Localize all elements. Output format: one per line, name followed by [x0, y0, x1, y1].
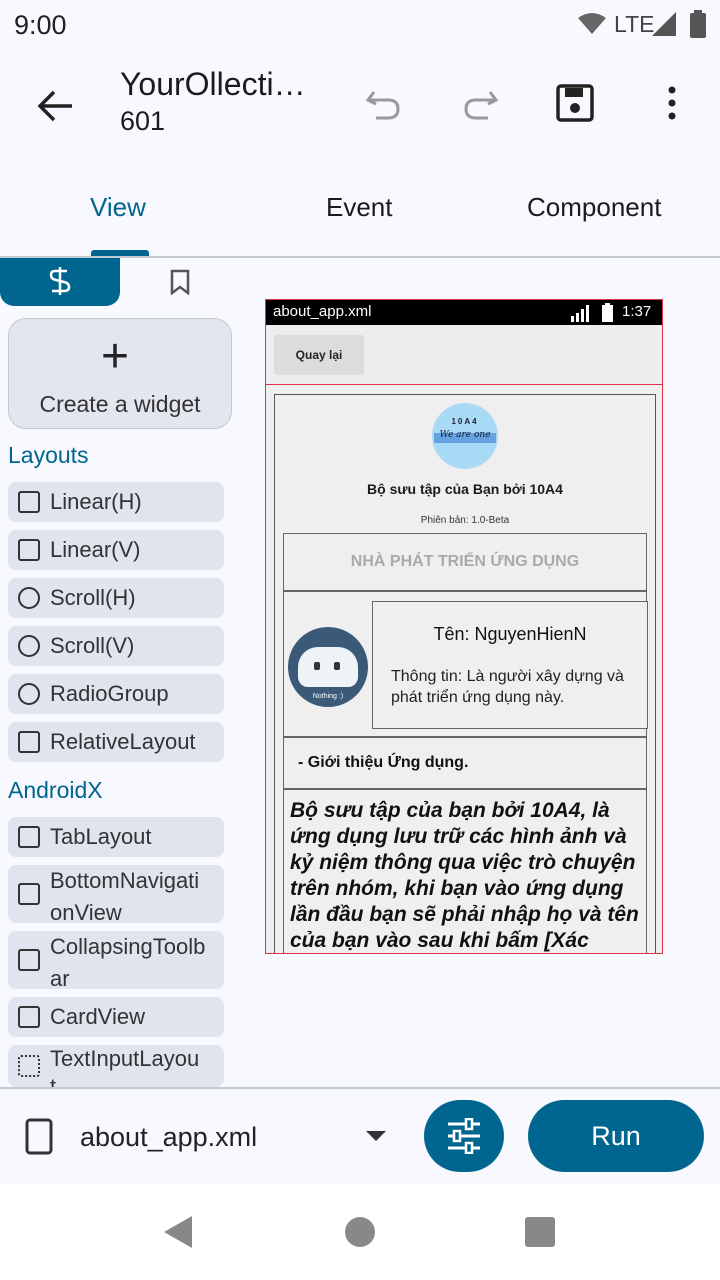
section-layouts: Layouts — [8, 442, 89, 468]
widget-cardview[interactable]: CardView — [8, 997, 224, 1037]
text-input-layout-icon — [18, 1055, 40, 1077]
project-subtitle: 601 — [120, 106, 166, 136]
widget-scroll-h[interactable]: Scroll(H) — [8, 578, 224, 618]
tab-component[interactable]: Component — [527, 192, 661, 223]
status-bar: 9:00 LTE — [0, 0, 720, 50]
preview-toolbar: Quay lại — [266, 325, 662, 385]
layout-preview[interactable]: about_app.xml 1:37 Quay lại 10A4 We are … — [265, 299, 663, 954]
widget-palette-icon — [49, 267, 71, 295]
intro-body: Bộ sưu tập của bạn bởi 10A4, là ứng dụng… — [283, 789, 647, 953]
layout-properties-button[interactable] — [424, 1100, 504, 1172]
back-arrow-icon[interactable] — [36, 88, 76, 124]
widget-linear-h[interactable]: Linear(H) — [8, 482, 224, 522]
about-card: 10A4 We are one Bộ sưu tập của Bạn bởi 1… — [274, 394, 656, 953]
save-icon[interactable] — [556, 84, 596, 124]
widget-radiogroup[interactable]: RadioGroup — [8, 674, 224, 714]
tab-layout-icon — [18, 826, 40, 848]
relative-layout-icon — [18, 731, 40, 753]
app-bar — [0, 50, 720, 180]
widget-label: Linear(V) — [50, 537, 141, 562]
preview-filename: about_app.xml — [273, 303, 372, 320]
widget-label: TextInputLayou t — [50, 1046, 200, 1087]
preview-clock: 1:37 — [622, 303, 652, 320]
create-widget-button[interactable]: + Create a widget — [8, 318, 232, 429]
widget-label: Scroll(H) — [50, 585, 136, 610]
widget-label: Linear(H) — [50, 489, 142, 514]
nav-back-icon[interactable] — [162, 1214, 194, 1250]
developer-row: Nothing :) Tên: NguyenHienN Thông tin: L… — [283, 591, 648, 737]
widget-label: BottomNavigati onView — [50, 868, 200, 925]
system-navigation-bar — [0, 1184, 720, 1280]
developer-info: Thông tin: Là người xây dựng và phát tri… — [391, 668, 624, 706]
intro-header: - Giới thiệu Ứng dụng. — [283, 737, 647, 789]
nav-home-icon[interactable] — [344, 1216, 376, 1248]
current-file-name[interactable]: about_app.xml — [80, 1122, 257, 1153]
widget-label: Scroll(V) — [50, 633, 135, 658]
card-view-icon — [18, 1006, 40, 1028]
tab-event[interactable]: Event — [326, 192, 393, 223]
widget-collapsingtoolbar[interactable]: CollapsingToolb ar — [8, 931, 224, 991]
scroll-horizontal-icon — [18, 587, 40, 609]
project-title: YourOllecti… — [120, 66, 306, 102]
add-icon: + — [101, 330, 130, 383]
widget-linear-v[interactable]: Linear(V) — [8, 530, 224, 570]
widget-label: TabLayout — [50, 824, 152, 849]
scroll-vertical-icon — [18, 635, 40, 657]
linear-vertical-icon — [18, 539, 40, 561]
palette-tab-widgets[interactable] — [0, 258, 120, 306]
bookmark-icon[interactable] — [166, 268, 194, 296]
app-name: Bộ sưu tập của Bạn bởi 10A4 — [367, 481, 563, 497]
widget-label: CollapsingToolb ar — [50, 934, 206, 991]
preview-back-button[interactable]: Quay lại — [274, 335, 364, 375]
run-button[interactable]: Run — [528, 1100, 704, 1172]
preview-signal-battery-icon — [571, 303, 613, 322]
developer-header: NHÀ PHÁT TRIỂN ỨNG DỤNG — [283, 533, 647, 591]
more-vert-icon[interactable] — [664, 86, 680, 122]
create-widget-label: Create a widget — [39, 391, 201, 417]
linear-horizontal-icon — [18, 491, 40, 513]
file-icon — [25, 1118, 53, 1155]
widget-scroll-v[interactable]: Scroll(V) — [8, 626, 224, 666]
developer-avatar: Nothing :) — [288, 627, 368, 707]
collapsing-toolbar-icon — [18, 949, 40, 971]
preview-status-bar: about_app.xml 1:37 — [266, 300, 662, 325]
redo-icon[interactable] — [460, 86, 500, 122]
widget-textinputlayout[interactable]: TextInputLayou t — [8, 1045, 224, 1087]
widget-label: RelativeLayout — [50, 729, 196, 754]
widget-label: CardView — [50, 1004, 145, 1029]
app-logo: 10A4 We are one — [432, 403, 498, 469]
bottom-navigation-icon — [18, 883, 40, 905]
signal-icon — [652, 12, 676, 36]
battery-icon — [690, 10, 706, 38]
tune-icon — [448, 1118, 480, 1154]
nav-recents-icon[interactable] — [524, 1216, 556, 1248]
developer-name: Tên: NguyenHienN — [433, 624, 587, 644]
tab-indicator — [91, 250, 149, 256]
status-time: 9:00 — [14, 10, 67, 40]
widget-relativelayout[interactable]: RelativeLayout — [8, 722, 224, 762]
tab-view[interactable]: View — [90, 192, 146, 223]
undo-icon[interactable] — [364, 86, 404, 122]
widget-tablayout[interactable]: TabLayout — [8, 817, 224, 857]
developer-info-box: Tên: NguyenHienN Thông tin: Là người xây… — [372, 601, 648, 729]
radio-group-icon — [18, 683, 40, 705]
widget-label: RadioGroup — [50, 681, 169, 706]
widget-bottomnavigationview[interactable]: BottomNavigati onView — [8, 865, 224, 925]
dropdown-arrow-icon[interactable] — [364, 1128, 388, 1144]
section-androidx: AndroidX — [8, 777, 103, 803]
network-label: LTE — [614, 11, 655, 37]
wifi-icon — [578, 13, 606, 34]
app-version: Phiên bản: 1.0-Beta — [420, 515, 510, 526]
